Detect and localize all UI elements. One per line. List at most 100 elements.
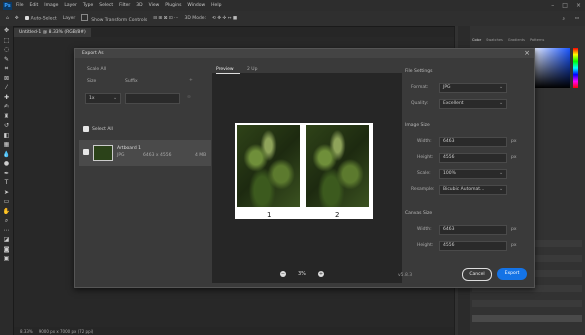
- hue-slider[interactable]: [573, 48, 578, 88]
- hand-tool-icon[interactable]: ✋: [0, 207, 13, 217]
- cancel-button[interactable]: Cancel: [462, 268, 492, 281]
- document-tab[interactable]: Untitled-1 @ 8.33% (RGB/8#): [14, 27, 91, 37]
- quick-select-tool-icon[interactable]: ✎: [0, 55, 13, 65]
- menu-view[interactable]: View: [149, 3, 160, 8]
- menu-window[interactable]: Window: [187, 3, 205, 8]
- quality-value: Excellent: [443, 101, 464, 106]
- add-scale-icon[interactable]: +: [189, 78, 193, 83]
- marquee-tool-icon[interactable]: ⬚: [0, 36, 13, 46]
- menu-3d[interactable]: 3D: [136, 3, 142, 8]
- menu-layer[interactable]: Layer: [64, 3, 77, 8]
- height-input[interactable]: 4556: [439, 153, 507, 163]
- gradient-tool-icon[interactable]: ▦: [0, 140, 13, 150]
- menu-edit[interactable]: Edit: [30, 3, 39, 8]
- shape-tool-icon[interactable]: ▭: [0, 197, 13, 207]
- chevron-down-icon: ⌄: [499, 170, 504, 176]
- lasso-tool-icon[interactable]: ◌: [0, 45, 13, 55]
- canvas-height-value: 4556: [443, 243, 455, 248]
- search-icon[interactable]: ⌕: [562, 16, 565, 22]
- auto-select-checkbox[interactable]: Auto-Select: [24, 15, 57, 22]
- menu-help[interactable]: Help: [211, 3, 221, 8]
- quality-select[interactable]: Excellent: [439, 99, 507, 109]
- show-transform-checkbox[interactable]: Show Transform Controls: [81, 14, 147, 23]
- eyedropper-tool-icon[interactable]: ⁄: [0, 83, 13, 93]
- version-label: v5.8.3: [398, 273, 413, 278]
- menu-file[interactable]: File: [16, 3, 24, 8]
- crop-tool-icon[interactable]: ⌗: [0, 64, 13, 74]
- canvas-height-unit: px: [511, 243, 517, 248]
- minimize-icon[interactable]: –: [551, 2, 554, 9]
- zoom-tool-icon[interactable]: ⌕: [0, 216, 13, 226]
- menu-image[interactable]: Image: [44, 3, 58, 8]
- more-tools-icon[interactable]: ⋯: [0, 226, 13, 236]
- remove-scale-icon[interactable]: ⊖: [187, 95, 191, 100]
- canvas-height-input[interactable]: 4556: [439, 241, 507, 251]
- scale-select[interactable]: 100%: [439, 169, 507, 179]
- move-tool-icon[interactable]: ✥: [15, 16, 19, 21]
- menu-plugins[interactable]: Plugins: [165, 3, 181, 8]
- export-button[interactable]: Export: [497, 268, 527, 280]
- menu-type[interactable]: Type: [83, 3, 93, 8]
- path-select-tool-icon[interactable]: ➤: [0, 188, 13, 198]
- format-select[interactable]: JPG: [439, 83, 507, 93]
- history-brush-tool-icon[interactable]: ↺: [0, 121, 13, 131]
- canvas-height-label: Height:: [417, 243, 434, 248]
- brush-tool-icon[interactable]: ✍: [0, 102, 13, 112]
- type-tool-icon[interactable]: T: [0, 178, 13, 188]
- healing-tool-icon[interactable]: ✚: [0, 93, 13, 103]
- select-all-checkbox[interactable]: [83, 126, 89, 132]
- dodge-tool-icon[interactable]: ●: [0, 159, 13, 169]
- layer-select[interactable]: Layer: [63, 16, 76, 21]
- pen-tool-icon[interactable]: ✒: [0, 169, 13, 179]
- frame-tool-icon[interactable]: ⊠: [0, 74, 13, 84]
- workspace-icon[interactable]: ▭: [575, 16, 579, 21]
- threed-icons[interactable]: ⟲ ✥ ✣ ↔ ■: [212, 16, 237, 21]
- dialog-title-bar: Export As: [75, 49, 534, 58]
- status-doc-info: 9000 px x 7000 px (72 ppi): [38, 328, 94, 334]
- tab-gradients[interactable]: Gradients: [508, 38, 525, 46]
- color-picker-field[interactable]: [530, 48, 570, 88]
- screen-mode-icon[interactable]: ▣: [0, 254, 13, 264]
- color-swatches-icon[interactable]: ◪: [0, 235, 13, 245]
- resample-label: Resample:: [411, 187, 435, 192]
- resample-select[interactable]: Bicubic Automat...: [439, 185, 507, 195]
- suffix-input[interactable]: [125, 93, 180, 104]
- quick-mask-icon[interactable]: ◙: [0, 245, 13, 255]
- asset-file-size: 4 MB: [195, 153, 207, 158]
- zoom-in-icon[interactable]: +: [317, 271, 324, 277]
- format-label: Format:: [411, 85, 429, 90]
- close-icon[interactable]: ×: [576, 2, 581, 9]
- color-panel-tabs: Color Swatches Gradients Patterns: [472, 38, 585, 46]
- menu-select[interactable]: Select: [99, 3, 113, 8]
- tab-preview[interactable]: Preview: [216, 67, 234, 72]
- image-size-heading: Image Size: [405, 123, 430, 128]
- tab-color[interactable]: Color: [472, 38, 481, 46]
- canvas-width-input[interactable]: 6463: [439, 225, 507, 235]
- width-input[interactable]: 6463: [439, 137, 507, 147]
- asset-checkbox[interactable]: [83, 149, 89, 155]
- status-zoom[interactable]: 8.33%: [20, 329, 33, 334]
- blur-tool-icon[interactable]: 💧: [0, 150, 13, 160]
- zoom-level: 3%: [298, 271, 306, 277]
- tools-panel: ✥ ⬚ ◌ ✎ ⌗ ⊠ ⁄ ✚ ✍ ♜ ↺ ◧ ▦ 💧 ● ✒ T ➤ ▭ ✋ …: [0, 26, 14, 335]
- maximize-icon[interactable]: □: [562, 2, 568, 9]
- home-icon[interactable]: ⌂: [6, 16, 9, 21]
- stamp-tool-icon[interactable]: ♜: [0, 112, 13, 122]
- layer-row[interactable]: [472, 315, 582, 322]
- zoom-out-icon[interactable]: −: [280, 271, 286, 277]
- close-icon[interactable]: ×: [524, 49, 530, 58]
- align-icons[interactable]: ⊟ ⊞ ⊠ ⊡ ⋯: [153, 16, 178, 21]
- menu-bar: Ps File Edit Image Layer Type Select Fil…: [0, 0, 585, 11]
- dialog-title: Export As: [82, 51, 104, 56]
- tab-2-up[interactable]: 2 Up: [247, 67, 257, 72]
- tab-swatches[interactable]: Swatches: [486, 38, 503, 46]
- status-bar: 8.33% 9000 px x 7000 px (72 ppi): [14, 327, 454, 335]
- layer-row[interactable]: [472, 300, 582, 307]
- menu-filter[interactable]: Filter: [119, 3, 130, 8]
- auto-select-label: Auto-Select: [30, 16, 57, 22]
- tab-patterns[interactable]: Patterns: [530, 38, 544, 46]
- move-tool-icon[interactable]: ✥: [0, 26, 13, 36]
- photoshop-logo: Ps: [3, 1, 12, 10]
- eraser-tool-icon[interactable]: ◧: [0, 131, 13, 141]
- width-value: 6463: [443, 139, 455, 144]
